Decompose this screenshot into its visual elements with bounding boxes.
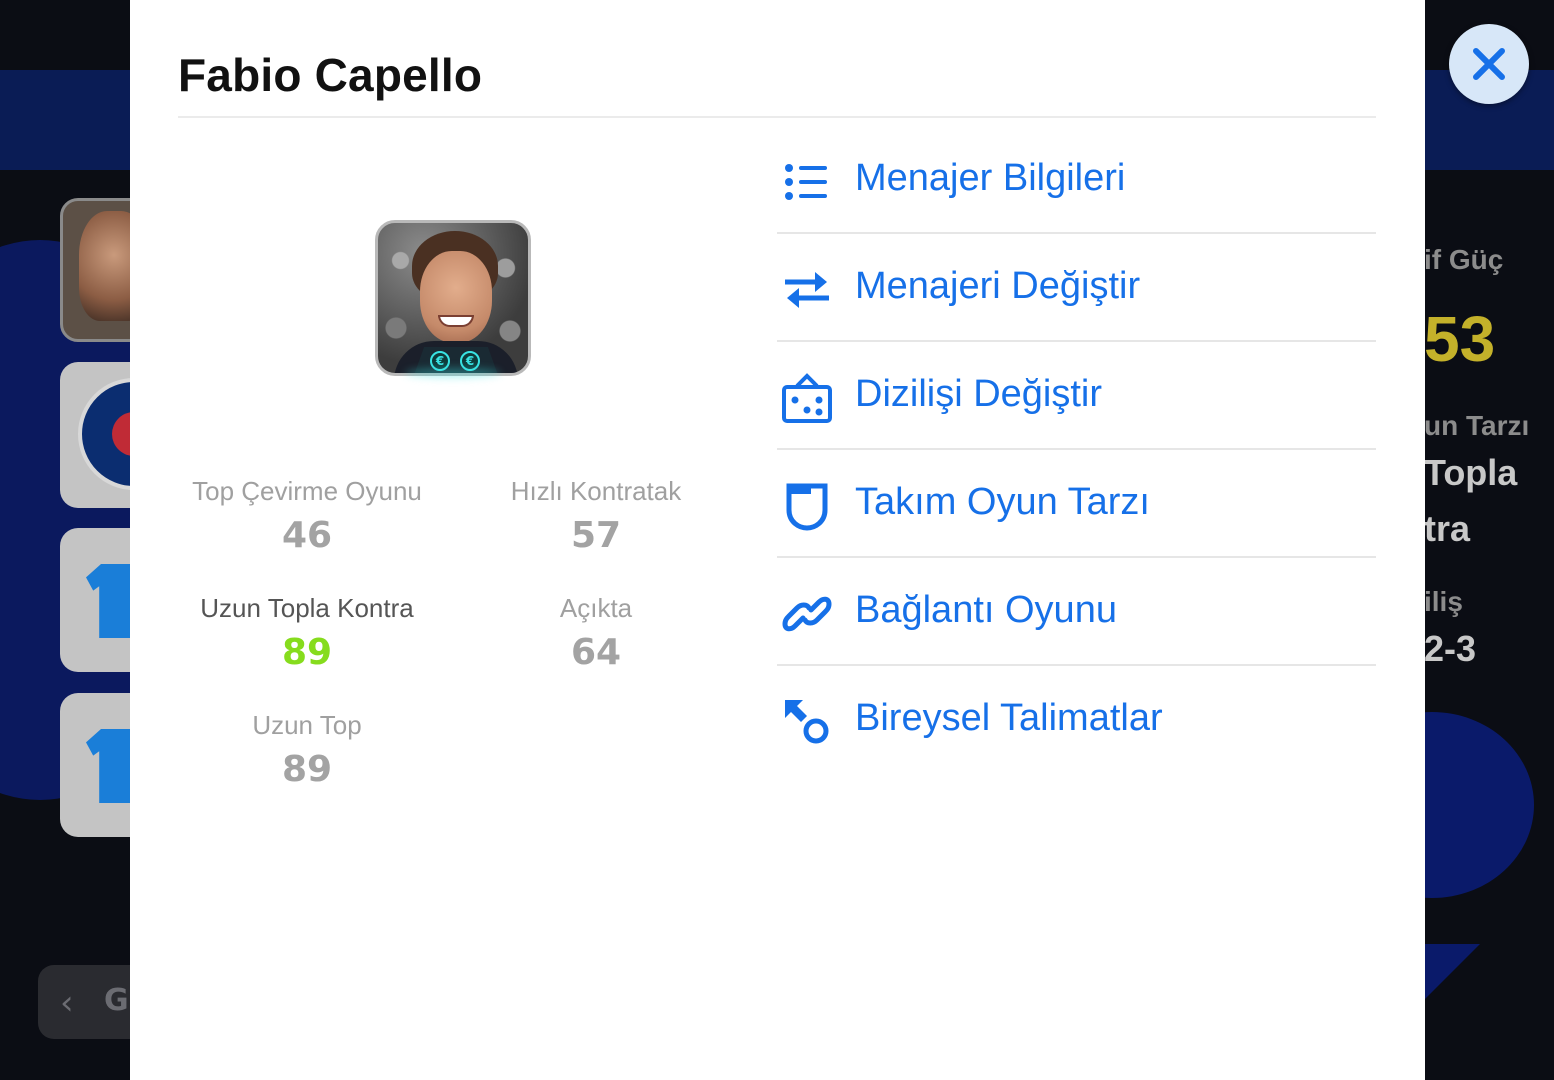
stat-long-ball: Uzun Top 89 <box>162 710 452 790</box>
stat-label: Uzun Top <box>252 710 362 740</box>
stat-quick-counter: Hızlı Kontratak 57 <box>451 476 741 556</box>
screen: ‹ G if Güç 53 un Tarzı Topla tra iliş 2-… <box>0 0 1554 1080</box>
title-divider <box>178 116 1376 118</box>
background-label: if Güç <box>1424 244 1504 275</box>
close-button[interactable] <box>1449 24 1529 104</box>
menu-item-individual-instructions[interactable]: Bireysel Talimatlar <box>777 666 1376 774</box>
stat-label: Açıkta <box>559 593 633 623</box>
background-label: iliş <box>1424 586 1463 617</box>
modal-title: Fabio Capello <box>178 49 483 101</box>
manager-avatar[interactable]: € € <box>375 220 531 376</box>
manager-modal: Fabio Capello € € Top Çevirme Oyunu 46 H… <box>130 0 1425 1080</box>
stat-out-wide: Açıkta 64 <box>451 593 741 673</box>
background-value: Topla <box>1424 452 1518 493</box>
menu-item-manager-info[interactable]: Menajer Bilgileri <box>777 126 1376 234</box>
stat-value: 57 <box>570 515 622 556</box>
list-icon <box>785 164 827 200</box>
menu-item-label: Bireysel Talimatlar <box>855 697 1163 739</box>
menu-item-change-manager[interactable]: Menajeri Değiştir <box>777 234 1376 342</box>
menu-item-label: Menajer Bilgileri <box>855 157 1126 199</box>
stat-value: 89 <box>281 749 333 790</box>
stat-value: 89 <box>281 632 333 673</box>
stat-long-ball-counter: Uzun Topla Kontra 89 <box>162 593 452 673</box>
link-icon <box>782 596 832 632</box>
background-value: 2-3 <box>1424 628 1477 669</box>
stat-value: 64 <box>570 632 622 673</box>
avatar-glow <box>405 368 501 378</box>
manager-menu: Menajer Bilgileri Menajeri Değiştir Dizi… <box>777 126 1376 774</box>
background-back-label: G <box>104 983 129 1018</box>
stat-label: Top Çevirme Oyunu <box>192 476 422 506</box>
menu-item-label: Takım Oyun Tarzı <box>855 481 1150 523</box>
stat-label: Uzun Topla Kontra <box>200 593 414 623</box>
menu-item-label: Bağlantı Oyunu <box>855 589 1117 631</box>
close-icon <box>1473 48 1505 80</box>
menu-item-label: Menajeri Değiştir <box>855 265 1141 307</box>
stat-possession-game: Top Çevirme Oyunu 46 <box>162 476 452 556</box>
swap-arrows-icon <box>785 272 829 308</box>
background-value: tra <box>1424 508 1471 549</box>
menu-item-link-play[interactable]: Bağlantı Oyunu <box>777 558 1376 666</box>
chevron-left-icon: ‹ <box>60 983 74 1023</box>
stat-label: Hızlı Kontratak <box>510 476 682 506</box>
background-value: 53 <box>1424 303 1496 375</box>
background-label: un Tarzı <box>1424 410 1530 441</box>
menu-item-change-formation[interactable]: Dizilişi Değiştir <box>777 342 1376 450</box>
menu-item-team-playstyle[interactable]: Takım Oyun Tarzı <box>777 450 1376 558</box>
individual-instructions-icon <box>785 700 829 744</box>
stat-value: 46 <box>281 515 333 556</box>
shield-icon <box>786 483 828 531</box>
formation-board-icon <box>782 373 832 423</box>
avatar-face <box>420 251 492 343</box>
menu-item-label: Dizilişi Değiştir <box>855 373 1103 415</box>
